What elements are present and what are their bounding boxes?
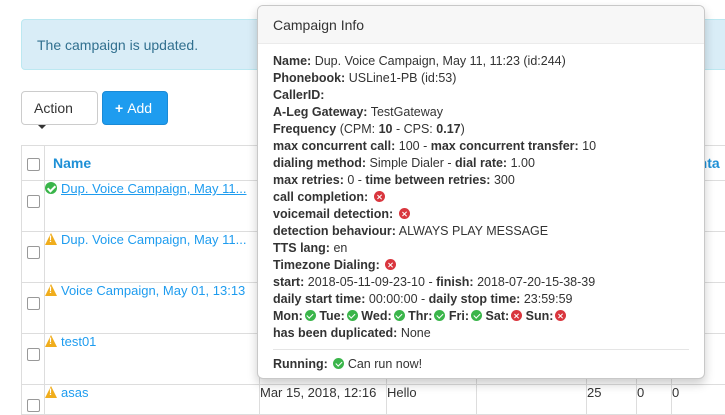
info-daily-times: daily start time: 00:00:00 - daily stop … — [273, 291, 689, 308]
name-column-header[interactable]: Name — [45, 146, 260, 181]
popover-divider — [273, 349, 689, 350]
x-circle-icon — [374, 191, 385, 202]
info-call-completion: call completion: — [273, 189, 689, 206]
select-all-cell — [22, 146, 45, 181]
info-callerid: CallerID: — [273, 87, 689, 104]
check-circle-icon — [45, 182, 57, 194]
check-circle-icon — [305, 310, 316, 321]
check-circle-icon — [347, 310, 358, 321]
add-label: Add — [127, 100, 152, 116]
alert-text: The campaign is updated. — [37, 37, 198, 53]
row-checkbox[interactable] — [27, 348, 40, 361]
info-name: Name: Dup. Voice Campaign, May 11, 11:23… — [273, 53, 689, 70]
warning-icon — [45, 335, 57, 347]
popover-body: Name: Dup. Voice Campaign, May 11, 11:23… — [258, 44, 704, 373]
campaign-info-popover: Campaign Info Name: Dup. Voice Campaign,… — [257, 5, 705, 379]
row-checkbox[interactable] — [27, 246, 40, 259]
campaign-link[interactable]: Dup. Voice Campaign, May 11... — [61, 181, 246, 196]
add-campaign-button[interactable]: +Add — [102, 91, 168, 125]
check-circle-icon — [394, 310, 405, 321]
warning-icon — [45, 233, 57, 245]
campaign-link[interactable]: asas — [61, 385, 88, 400]
action-label: Action — [34, 100, 73, 116]
x-circle-icon — [399, 208, 410, 219]
check-circle-icon — [333, 358, 344, 369]
x-circle-icon — [385, 259, 396, 270]
x-circle-icon — [555, 310, 566, 321]
info-gateway: A-Leg Gateway: TestGateway — [273, 104, 689, 121]
check-circle-icon — [471, 310, 482, 321]
select-all-checkbox[interactable] — [27, 158, 40, 171]
campaign-link[interactable]: test01 — [61, 334, 96, 349]
row-checkbox[interactable] — [27, 399, 40, 412]
plus-icon: + — [115, 100, 123, 116]
row-checkbox[interactable] — [27, 195, 40, 208]
caret-down-icon — [38, 125, 46, 129]
info-running: Running: Can run now! — [273, 356, 689, 373]
campaign-link[interactable]: Dup. Voice Campaign, May 11... — [61, 232, 246, 247]
info-duplicated: has been duplicated: None — [273, 325, 689, 342]
info-start-finish: start: 2018-05-11-09-23-10 - finish: 201… — [273, 274, 689, 291]
info-frequency: Frequency (CPM: 10 - CPS: 0.17) — [273, 121, 689, 138]
info-tts: TTS lang: en — [273, 240, 689, 257]
info-dialing: dialing method: Simple Dialer - dial rat… — [273, 155, 689, 172]
warning-icon — [45, 284, 57, 296]
info-voicemail: voicemail detection: — [273, 206, 689, 223]
check-circle-icon — [434, 310, 445, 321]
info-retries: max retries: 0 - time between retries: 3… — [273, 172, 689, 189]
info-phonebook: Phonebook: USLine1-PB (id:53) — [273, 70, 689, 87]
x-circle-icon — [511, 310, 522, 321]
info-detection: detection behaviour: ALWAYS PLAY MESSAGE — [273, 223, 689, 240]
info-concurrency: max concurrent call: 100 - max concurren… — [273, 138, 689, 155]
popover-title: Campaign Info — [258, 6, 704, 44]
row-checkbox[interactable] — [27, 297, 40, 310]
info-days: Mon: Tue: Wed: Thr: Fri: Sat: Sun: — [273, 308, 689, 325]
warning-icon — [45, 386, 57, 398]
campaign-link[interactable]: Voice Campaign, May 01, 13:13 — [61, 283, 245, 298]
action-dropdown-button[interactable]: Action — [21, 91, 98, 125]
info-timezone: Timezone Dialing: — [273, 257, 689, 274]
